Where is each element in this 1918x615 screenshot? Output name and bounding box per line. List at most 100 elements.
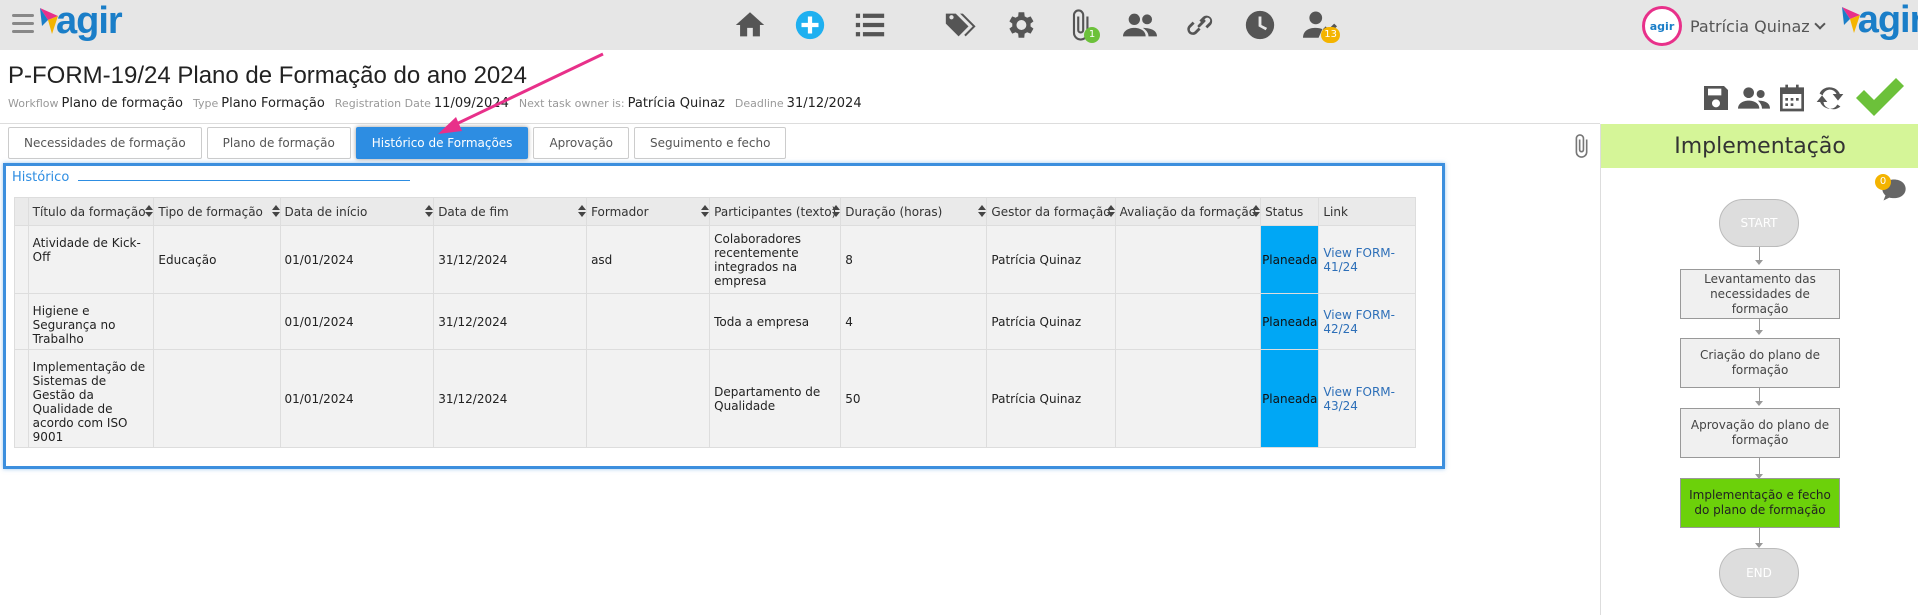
cell-tipo (153, 349, 281, 448)
cell-tipo: Educação (153, 225, 281, 294)
cell-tipo (153, 293, 281, 350)
historico-panel: Histórico Título da formação Tipo de for… (3, 163, 1445, 469)
table-row: Atividade de Kick-Off Educação 01/01/202… (14, 225, 1416, 294)
cell-participantes: Departamento de Qualidade (709, 349, 842, 448)
cell-duracao: 8 (840, 225, 988, 294)
column-header[interactable]: Participantes (texto) (709, 197, 842, 226)
column-header[interactable]: Data de fim (433, 197, 588, 226)
flow-arrow (1755, 330, 1763, 335)
column-header[interactable]: Tipo de formação (153, 197, 281, 226)
cell-avaliacao (1114, 225, 1262, 294)
user-menu[interactable]: agir Patrícia Quinaz agir (1642, 0, 1918, 47)
comments-badge: 0 (1875, 174, 1891, 190)
flow-start: START (1719, 199, 1799, 247)
status-badge: Planeada (1260, 293, 1320, 350)
document-toolbar (1700, 78, 1906, 122)
user-name: Patrícia Quinaz (1690, 16, 1810, 36)
column-header[interactable]: Data de início (279, 197, 435, 226)
table-row: Implementação de Sistemas de Gestão da Q… (14, 349, 1416, 448)
deadline-value: 31/12/2024 (786, 96, 862, 111)
tab-bar: Necessidades de formação Plano de formaç… (8, 127, 787, 159)
owner-label: Next task owner is: (518, 97, 625, 110)
refresh-icon[interactable] (1814, 82, 1846, 118)
cell-fim: 31/12/2024 (433, 293, 588, 350)
save-icon[interactable] (1700, 82, 1732, 118)
tab-plano[interactable]: Plano de formação (206, 127, 351, 159)
column-header[interactable]: Gestor da formação (986, 197, 1116, 226)
assign-users-icon[interactable] (1738, 82, 1770, 118)
menu-icon[interactable] (12, 14, 34, 34)
cell-participantes: Toda a empresa (709, 293, 842, 350)
users-icon[interactable] (1120, 7, 1160, 43)
paperclip-icon[interactable]: 1 (1060, 7, 1100, 43)
cell-fim: 31/12/2024 (433, 349, 588, 448)
cell-titulo: Atividade de Kick-Off (27, 225, 155, 294)
column-header[interactable]: Avaliação da formação (1114, 197, 1262, 226)
tab-necessidades[interactable]: Necessidades de formação (8, 127, 202, 159)
row-gutter (14, 225, 29, 294)
cell-fim: 31/12/2024 (433, 225, 588, 294)
cell-formador (586, 349, 711, 448)
tags-icon[interactable] (940, 7, 980, 43)
column-header[interactable]: Formador (586, 197, 711, 226)
flow-step-aprovacao[interactable]: Aprovação do plano de formação (1680, 408, 1840, 458)
top-bar: agir 1 13 agir Patrícia Quinaz agir (0, 0, 1918, 50)
status-badge: Planeada (1260, 225, 1320, 294)
complete-check-icon[interactable] (1852, 78, 1906, 122)
cell-inicio: 01/01/2024 (279, 225, 435, 294)
calendar-icon[interactable] (1776, 82, 1808, 118)
type-label: Type (192, 97, 219, 110)
flow-arrow (1755, 260, 1763, 265)
section-underline (78, 180, 410, 181)
column-header: Link (1318, 197, 1416, 226)
workflow-label: Workflow (8, 97, 59, 110)
registration-value: 11/09/2024 (433, 96, 509, 111)
flow-arrow (1755, 401, 1763, 406)
flow-step-levantamento[interactable]: Levantamento das necessidades de formaçã… (1680, 269, 1840, 319)
view-form-link[interactable]: View FORM-43/24 (1323, 385, 1395, 413)
workflow-value: Plano de formação (61, 96, 183, 111)
page-title: P-FORM-19/24 Plano de Formação do ano 20… (8, 62, 527, 89)
user-check-icon[interactable]: 13 (1300, 7, 1340, 43)
attach-paperclip-icon[interactable] (1568, 133, 1594, 163)
section-title: Histórico (12, 170, 70, 185)
flow-step-criacao[interactable]: Criação do plano de formação (1680, 338, 1840, 388)
tab-aprovacao[interactable]: Aprovação (533, 127, 630, 159)
logo-text: agir (56, 0, 123, 42)
flow-step-implementacao[interactable]: Implementação e fecho do plano de formaç… (1680, 478, 1840, 528)
row-gutter (14, 349, 29, 448)
view-form-link[interactable]: View FORM-41/24 (1323, 246, 1395, 274)
historico-table: Título da formação Tipo de formação Data… (14, 197, 1416, 448)
cell-duracao: 50 (840, 349, 988, 448)
cell-inicio: 01/01/2024 (279, 349, 435, 448)
row-gutter (14, 293, 29, 350)
column-header: Status (1260, 197, 1320, 226)
flow-end: END (1719, 548, 1799, 598)
deadline-label: Deadline (734, 97, 784, 110)
list-icon[interactable] (850, 7, 890, 43)
client-logo: agir (1840, 0, 1918, 45)
cell-link: View FORM-42/24 (1318, 293, 1416, 350)
cell-titulo: Implementação de Sistemas de Gestão da Q… (27, 349, 155, 448)
cell-gestor: Patrícia Quinaz (986, 293, 1116, 350)
tab-historico[interactable]: Histórico de Formações (355, 127, 529, 159)
gear-icon[interactable] (1000, 7, 1040, 43)
status-badge: Planeada (1260, 349, 1320, 448)
add-icon[interactable] (790, 7, 830, 43)
header-divider (0, 123, 1600, 124)
cell-inicio: 01/01/2024 (279, 293, 435, 350)
app-logo[interactable]: agir (38, 0, 128, 46)
home-icon[interactable] (730, 7, 770, 43)
current-stage-header: Implementação (1601, 124, 1918, 168)
row-gutter-header (14, 197, 29, 226)
cell-link: View FORM-41/24 (1318, 225, 1416, 294)
tab-seguimento[interactable]: Seguimento e fecho (634, 127, 787, 159)
type-value: Plano Formação (221, 96, 325, 111)
view-form-link[interactable]: View FORM-42/24 (1323, 308, 1395, 336)
column-header[interactable]: Duração (horas) (840, 197, 988, 226)
column-header[interactable]: Título da formação (27, 197, 155, 226)
clock-icon[interactable] (1240, 7, 1280, 43)
table-row: Higiene e Segurança no Trabalho 01/01/20… (14, 293, 1416, 350)
document-meta: Workflow Plano de formação Type Plano Form… (8, 96, 862, 111)
link-icon[interactable] (1180, 7, 1220, 43)
